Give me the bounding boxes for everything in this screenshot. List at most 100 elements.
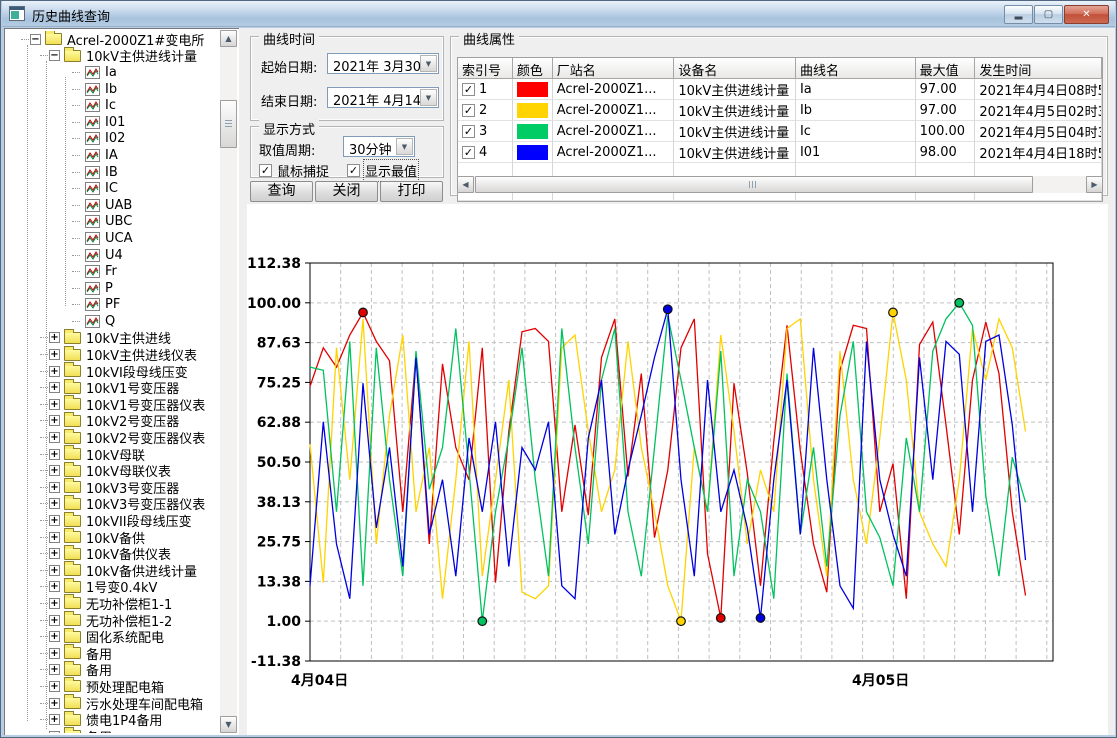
print-button[interactable]: 打印	[380, 181, 443, 202]
query-button[interactable]: 查询	[250, 181, 313, 202]
tree-item-folder[interactable]: −Acrel-2000Z1#变电所	[21, 31, 219, 48]
tree-expander-icon[interactable]: +	[49, 698, 60, 709]
tree-item-folder[interactable]: +10kV3号变压器仪表	[40, 496, 219, 513]
tree-expander-icon[interactable]: +	[49, 664, 60, 675]
tree-item-folder[interactable]: +10kV主供进线	[40, 330, 219, 347]
tree-item-folder[interactable]: −10kV主供进线计量	[40, 48, 219, 65]
table-header-cell[interactable]: 厂站名	[553, 58, 675, 79]
period-dropdown-icon[interactable]: ▼	[396, 138, 413, 155]
row-checkbox[interactable]: ✓	[462, 146, 475, 159]
tree-item-folder[interactable]: +10kV主供进线仪表	[40, 346, 219, 363]
tree-expander-icon[interactable]: +	[49, 399, 60, 410]
tree-expander-icon[interactable]: +	[49, 449, 60, 460]
tree-item-folder[interactable]: +备用	[40, 728, 219, 733]
scroll-up-icon[interactable]: ▲	[220, 30, 237, 47]
tree-scroll-thumb[interactable]	[220, 100, 237, 148]
period-select[interactable]: 30分钟 ▼	[343, 136, 415, 157]
table-row[interactable]: ✓4Acrel-2000Z1...10kV主供进线计量I0198.002021年…	[458, 142, 1102, 163]
tree-expander-icon[interactable]: −	[30, 34, 41, 45]
tree-item-folder[interactable]: +1号变0.4kV	[40, 579, 219, 596]
tree-item-curve[interactable]: IC	[72, 180, 219, 197]
tree-item-curve[interactable]: Q	[72, 313, 219, 330]
tree-expander-icon[interactable]: +	[49, 432, 60, 443]
end-date-dropdown-icon[interactable]: ▼	[420, 89, 437, 106]
tree-expander-icon[interactable]: +	[49, 498, 60, 509]
tree-item-curve[interactable]: I01	[72, 114, 219, 131]
row-checkbox[interactable]: ✓	[462, 125, 475, 138]
tree-item-curve[interactable]: I02	[72, 131, 219, 148]
table-header-cell[interactable]: 颜色	[513, 58, 553, 79]
tree-item-folder[interactable]: +10kV3号变压器	[40, 479, 219, 496]
row-checkbox[interactable]: ✓	[462, 83, 475, 96]
table-scroll-thumb[interactable]	[475, 176, 1033, 193]
history-curve-chart[interactable]: 112.38100.0087.6375.2562.8850.5038.1325.…	[247, 204, 1108, 735]
tree-item-curve[interactable]: Ic	[72, 97, 219, 114]
mouse-capture-checkbox[interactable]: ✓ 鼠标捕捉	[259, 161, 329, 180]
tree-expander-icon[interactable]: +	[49, 598, 60, 609]
table-row[interactable]: ✓3Acrel-2000Z1...10kV主供进线计量Ic100.002021年…	[458, 121, 1102, 142]
tree-expander-icon[interactable]: −	[49, 50, 60, 61]
tree-expander-icon[interactable]: +	[49, 349, 60, 360]
table-header-cell[interactable]: 曲线名	[796, 58, 916, 79]
tree-item-folder[interactable]: +无功补偿柜1-1	[40, 595, 219, 612]
tree-expander-icon[interactable]: +	[49, 714, 60, 725]
tree-item-folder[interactable]: +10kV1号变压器仪表	[40, 396, 219, 413]
scroll-down-icon[interactable]: ▼	[220, 716, 237, 733]
tree-expander-icon[interactable]: +	[49, 681, 60, 692]
tree-expander-icon[interactable]: +	[49, 565, 60, 576]
show-extremes-checkbox[interactable]: ✓ 显示最值	[347, 161, 417, 180]
table-horizontal-scrollbar[interactable]: ◀ ▶	[457, 176, 1103, 193]
table-row[interactable]: ✓2Acrel-2000Z1...10kV主供进线计量Ib97.002021年4…	[458, 100, 1102, 121]
tree-item-curve[interactable]: Ib	[72, 81, 219, 98]
tree-expander-icon[interactable]: +	[49, 615, 60, 626]
tree-item-folder[interactable]: +固化系统配电	[40, 628, 219, 645]
start-date-dropdown-icon[interactable]: ▼	[420, 55, 437, 72]
tree-item-folder[interactable]: +污水处理车间配电箱	[40, 695, 219, 712]
scroll-right-icon[interactable]: ▶	[1086, 176, 1103, 193]
scroll-left-icon[interactable]: ◀	[457, 176, 474, 193]
start-date-picker[interactable]: 2021年 3月30 ▼	[327, 53, 439, 74]
tree-item-curve[interactable]: PF	[72, 297, 219, 314]
tree-expander-icon[interactable]: +	[49, 482, 60, 493]
tree-item-curve[interactable]: UCA	[72, 230, 219, 247]
tree-item-folder[interactable]: +预处理配电箱	[40, 678, 219, 695]
tree-expander-icon[interactable]: +	[49, 648, 60, 659]
tree-item-folder[interactable]: +10kVI段母线压变	[40, 363, 219, 380]
tree-expander-icon[interactable]: +	[49, 332, 60, 343]
tree-item-folder[interactable]: +馈电1P4备用	[40, 711, 219, 728]
row-checkbox[interactable]: ✓	[462, 104, 475, 117]
tree-expander-icon[interactable]: +	[49, 548, 60, 559]
tree-item-folder[interactable]: +10kV2号变压器仪表	[40, 429, 219, 446]
maximize-button-icon[interactable]: ▢	[1034, 5, 1063, 24]
tree-expander-icon[interactable]: +	[49, 415, 60, 426]
table-header-cell[interactable]: 最大值	[916, 58, 976, 79]
close-dialog-button[interactable]: 关闭	[315, 181, 378, 202]
tree-item-curve[interactable]: P	[72, 280, 219, 297]
tree-item-folder[interactable]: +10kV备供	[40, 529, 219, 546]
tree-item-folder[interactable]: +备用	[40, 645, 219, 662]
checkbox-check-icon[interactable]: ✓	[347, 164, 360, 177]
tree-item-folder[interactable]: +10kV2号变压器	[40, 413, 219, 430]
tree-expander-icon[interactable]: +	[49, 515, 60, 526]
tree-item-folder[interactable]: +10kV母联	[40, 446, 219, 463]
tree-vertical-scrollbar[interactable]: ▲ ▼	[220, 30, 237, 733]
tree-expander-icon[interactable]: +	[49, 581, 60, 592]
tree-item-curve[interactable]: UBC	[72, 214, 219, 231]
tree-item-folder[interactable]: +10kV1号变压器	[40, 379, 219, 396]
tree-item-folder[interactable]: +10kV母联仪表	[40, 462, 219, 479]
tree-expander-icon[interactable]: +	[49, 366, 60, 377]
end-date-picker[interactable]: 2021年 4月14 ▼	[327, 87, 439, 108]
tree-item-curve[interactable]: IB	[72, 164, 219, 181]
tree-item-folder[interactable]: +无功补偿柜1-2	[40, 612, 219, 629]
tree-item-curve[interactable]: Fr	[72, 263, 219, 280]
checkbox-check-icon[interactable]: ✓	[259, 164, 272, 177]
table-header-cell[interactable]: 设备名	[674, 58, 796, 79]
minimize-button-icon[interactable]: ▂	[1004, 5, 1033, 24]
tree-item-folder[interactable]: +10kV备供仪表	[40, 545, 219, 562]
tree-expander-icon[interactable]: +	[49, 731, 60, 733]
table-header-cell[interactable]: 发生时间	[975, 58, 1102, 79]
tree-item-folder[interactable]: +10kV备供进线计量	[40, 562, 219, 579]
tree-item-curve[interactable]: IA	[72, 147, 219, 164]
tree-expander-icon[interactable]: +	[49, 532, 60, 543]
tree-expander-icon[interactable]: +	[49, 382, 60, 393]
